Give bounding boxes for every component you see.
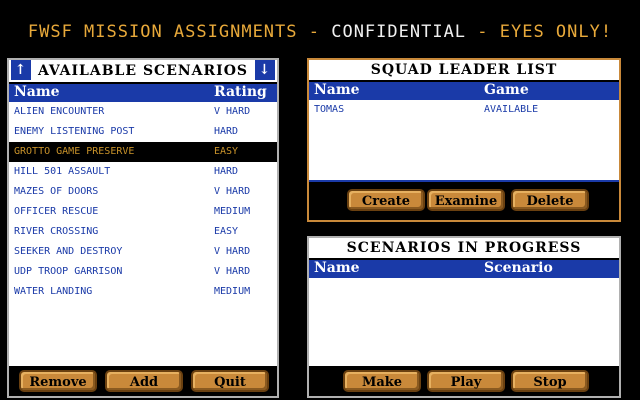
available-column-header: Name Rating [9, 84, 277, 102]
scenario-name: UDP TROOP GARRISON [14, 266, 123, 277]
available-scenarios-panel: ↑ AVAILABLE SCENARIOS ↓ Name Rating ALIE… [7, 58, 279, 398]
table-row[interactable]: OFFICER RESCUE MEDIUM [9, 202, 277, 222]
table-row[interactable]: UDP TROOP GARRISON V HARD [9, 262, 277, 282]
down-arrow-icon[interactable]: ↓ [255, 60, 275, 80]
scenario-name: WATER LANDING [14, 286, 93, 297]
create-button[interactable]: Create [347, 189, 425, 211]
scenario-rating: V HARD [214, 106, 251, 117]
scenario-rating: HARD [214, 166, 239, 177]
scenario-name: ENEMY LISTENING POST [14, 126, 135, 137]
available-header: ↑ AVAILABLE SCENARIOS ↓ [9, 60, 277, 84]
squad-leader-game: AVAILABLE [484, 104, 539, 115]
scenario-rating: EASY [214, 226, 239, 237]
stop-button[interactable]: Stop [511, 370, 589, 392]
scenario-name: OFFICER RESCUE [14, 206, 99, 217]
progress-col-scenario: Scenario [484, 260, 553, 276]
squad-list: TOMAS AVAILABLE [309, 100, 619, 120]
make-button[interactable]: Make [343, 370, 421, 392]
scenario-rating: V HARD [214, 266, 251, 277]
scenario-name: RIVER CROSSING [14, 226, 99, 237]
scenario-name: ALIEN ENCOUNTER [14, 106, 105, 117]
col-name: Name [14, 84, 60, 100]
table-row[interactable]: WATER LANDING MEDIUM [9, 282, 277, 302]
table-row[interactable]: TOMAS AVAILABLE [309, 100, 619, 120]
scenario-name: SEEKER AND DESTROY [14, 246, 123, 257]
title-middle: CONFIDENTIAL [331, 22, 467, 42]
scenario-rating: HARD [214, 126, 239, 137]
delete-button[interactable]: Delete [511, 189, 589, 211]
available-button-bar: Remove Add Quit [9, 366, 277, 396]
table-row[interactable]: SEEKER AND DESTROY V HARD [9, 242, 277, 262]
title-right: - EYES ONLY! [466, 22, 613, 42]
progress-header: SCENARIOS IN PROGRESS [309, 238, 619, 260]
available-list: ALIEN ENCOUNTER V HARD ENEMY LISTENING POS… [9, 102, 277, 302]
col-rating: Rating [214, 84, 267, 100]
scenario-rating: MEDIUM [214, 206, 251, 217]
table-row[interactable]: GROTTO GAME PRESERVE EASY [9, 142, 277, 162]
title-left: FWSF MISSION ASSIGNMENTS - [27, 22, 332, 42]
progress-column-header: Name Scenario [309, 260, 619, 278]
squad-button-bar: Create Examine Delete [309, 180, 619, 220]
table-row[interactable]: MAZES OF DOORS V HARD [9, 182, 277, 202]
squad-column-header: Name Game [309, 82, 619, 100]
squad-header: SQUAD LEADER LIST [309, 60, 619, 82]
page-title: FWSF MISSION ASSIGNMENTS - CONFIDENTIAL … [0, 22, 640, 42]
add-button[interactable]: Add [105, 370, 183, 392]
table-row[interactable]: HILL 501 ASSAULT HARD [9, 162, 277, 182]
table-row[interactable]: RIVER CROSSING EASY [9, 222, 277, 242]
squad-col-name: Name [314, 82, 360, 98]
scenario-name: HILL 501 ASSAULT [14, 166, 111, 177]
progress-button-bar: Make Play Stop [309, 366, 619, 396]
table-row[interactable]: ALIEN ENCOUNTER V HARD [9, 102, 277, 122]
scenario-rating: V HARD [214, 246, 251, 257]
quit-button[interactable]: Quit [191, 370, 269, 392]
scenario-rating: V HARD [214, 186, 251, 197]
table-row[interactable]: ENEMY LISTENING POST HARD [9, 122, 277, 142]
scenario-rating: EASY [214, 146, 239, 157]
scenarios-in-progress-panel: SCENARIOS IN PROGRESS Name Scenario Make… [307, 236, 621, 398]
scenario-name: GROTTO GAME PRESERVE [14, 146, 135, 157]
available-header-label: AVAILABLE SCENARIOS [37, 63, 249, 79]
scenario-rating: MEDIUM [214, 286, 251, 297]
remove-button[interactable]: Remove [19, 370, 97, 392]
squad-col-game: Game [484, 82, 529, 98]
progress-col-name: Name [314, 260, 360, 276]
scenario-name: MAZES OF DOORS [14, 186, 99, 197]
up-arrow-icon[interactable]: ↑ [11, 60, 31, 80]
examine-button[interactable]: Examine [427, 189, 505, 211]
squad-leader-panel: SQUAD LEADER LIST Name Game TOMAS AVAILAB… [307, 58, 621, 222]
play-button[interactable]: Play [427, 370, 505, 392]
squad-leader-name: TOMAS [314, 104, 345, 115]
